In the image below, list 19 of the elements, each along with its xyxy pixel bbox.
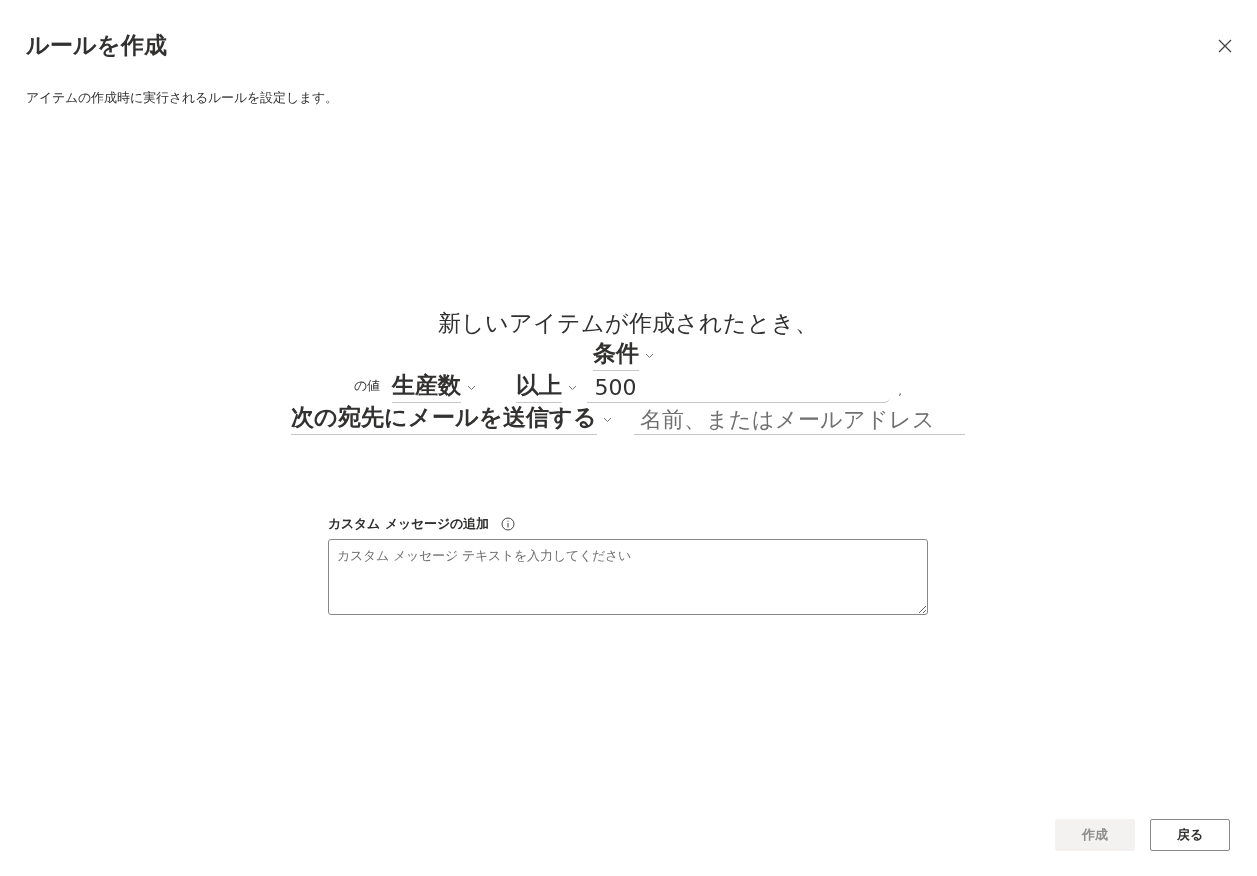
- column-dropdown[interactable]: 生産数: [392, 370, 462, 403]
- value-prefix: の値: [354, 377, 381, 395]
- dialog-button[interactable]: 戻る: [1150, 819, 1230, 851]
- operator-dropdown[interactable]: 以上: [516, 370, 563, 403]
- trigger-text: 新しいアイテムが作成されたとき、: [438, 309, 818, 338]
- chevron-icon: [467, 385, 477, 391]
- close-icon[interactable]: [1218, 38, 1232, 53]
- recipient-input[interactable]: 名前、またはメールアドレス: [634, 407, 965, 435]
- chevron-icon: [568, 385, 578, 391]
- custom-message-field[interactable]: カスタム メッセージ テキストを入力してください: [328, 539, 928, 615]
- chevron-icon: [603, 417, 612, 423]
- condition-dropdown[interactable]: 条件: [592, 338, 639, 371]
- separator-text: ,: [898, 386, 902, 399]
- custom-message-label: カスタム メッセージの追加: [328, 515, 489, 533]
- dialog-description: アイテムの作成時に実行されるルールを設定します。: [26, 89, 339, 107]
- action-dropdown[interactable]: 次の宛先にメールを送信する: [291, 402, 597, 435]
- chevron-icon: [644, 353, 654, 359]
- dialog-title: ルールを作成: [26, 31, 167, 60]
- info-icon[interactable]: [500, 517, 515, 531]
